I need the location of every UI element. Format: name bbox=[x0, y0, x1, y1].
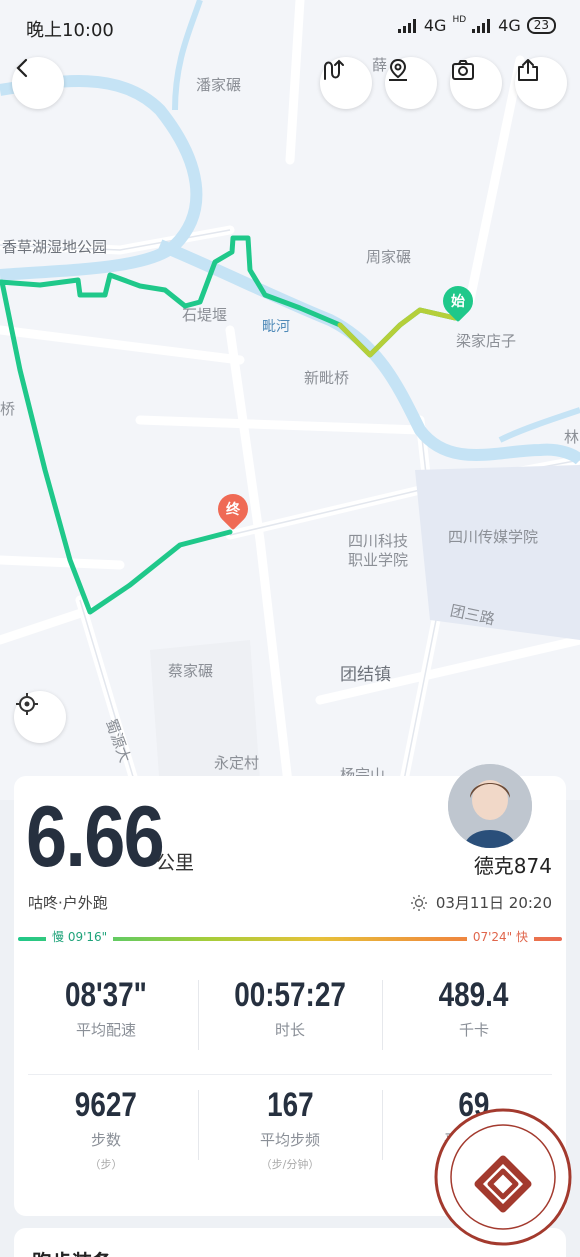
map-label: 四川科技 bbox=[348, 532, 409, 550]
crosshair-icon bbox=[16, 693, 38, 715]
avatar-image bbox=[448, 764, 532, 848]
pace-gradient-bar: 慢 09'16" 07'24" 快 bbox=[18, 928, 562, 946]
map-label: 桥 bbox=[0, 400, 16, 418]
network-type: 4G bbox=[423, 16, 447, 35]
watermark-logo bbox=[434, 1108, 572, 1246]
stat-duration: 00:57:27 时长 bbox=[198, 976, 382, 1050]
signal-icon bbox=[397, 18, 418, 33]
stat-value: 00:57:27 bbox=[234, 976, 346, 1014]
camera-button[interactable] bbox=[450, 57, 502, 109]
stat-value: 167 bbox=[266, 1086, 314, 1124]
hd-badge: HD bbox=[452, 14, 467, 25]
stat-value: 9627 bbox=[74, 1086, 138, 1124]
location-pin-icon bbox=[389, 58, 407, 81]
stat-calories: 489.4 千卡 bbox=[382, 976, 566, 1050]
stat-steps: 9627 步数 （步） bbox=[14, 1086, 198, 1172]
avatar[interactable] bbox=[448, 764, 532, 848]
map-label: 团结镇 bbox=[340, 665, 391, 685]
username: 德克874 bbox=[473, 854, 552, 878]
battery-icon: 23 bbox=[526, 17, 556, 34]
map-label: 梁家店子 bbox=[456, 332, 517, 350]
locate-button[interactable] bbox=[14, 691, 66, 743]
stat-value: 08'37" bbox=[65, 976, 147, 1014]
stat-label: 时长 bbox=[274, 1021, 305, 1039]
back-button[interactable] bbox=[12, 57, 64, 109]
map-label: 毗河 bbox=[262, 319, 290, 335]
pace-fast-label: 07'24" 快 bbox=[466, 928, 534, 946]
sun-icon bbox=[410, 894, 427, 911]
end-marker-label: 终 bbox=[226, 502, 240, 518]
map-label: 职业学院 bbox=[348, 551, 409, 569]
stat-label: 平均步频 bbox=[259, 1131, 320, 1149]
stats-row-1: 08'37" 平均配速 00:57:27 时长 489.4 千卡 bbox=[14, 976, 566, 1050]
map-label: 蔡家碾 bbox=[168, 662, 214, 680]
map-label: 潘家碾 bbox=[196, 76, 242, 94]
watermark-seal bbox=[432, 1106, 574, 1248]
status-time: 晚上10:00 bbox=[26, 20, 114, 41]
stat-cadence: 167 平均步频 （步/分钟） bbox=[198, 1086, 382, 1172]
sport-type: 咕咚·户外跑 bbox=[28, 894, 108, 912]
share-button[interactable] bbox=[515, 57, 567, 109]
route-map[interactable]: 潘家碾 薛 香草湖湿地公园 周家碾 石堤堰 毗河 梁家店子 新毗桥 桥 林 四川… bbox=[0, 0, 580, 800]
stat-unit: （步/分钟） bbox=[260, 1158, 320, 1171]
map-label: 四川传媒学院 bbox=[448, 528, 539, 546]
status-bar: 晚上10:00 4G HD 4G 23 bbox=[0, 0, 580, 52]
route-icon bbox=[324, 59, 344, 80]
distance-value: 6.66 bbox=[26, 789, 165, 885]
map-label: 林 bbox=[564, 428, 580, 446]
route-toggle-button[interactable] bbox=[320, 57, 372, 109]
map-canvas bbox=[0, 0, 580, 800]
stat-label: 步数 bbox=[90, 1131, 121, 1149]
status-icons: 4G HD 4G 23 bbox=[397, 14, 556, 35]
stat-unit: （步） bbox=[89, 1158, 123, 1171]
row-divider bbox=[28, 1074, 552, 1075]
stat-label: 平均配速 bbox=[75, 1021, 136, 1039]
stat-avg-pace: 08'37" 平均配速 bbox=[14, 976, 198, 1040]
camera-icon bbox=[452, 60, 474, 80]
map-label: 石堤堰 bbox=[182, 306, 228, 324]
start-marker-label: 始 bbox=[451, 294, 465, 310]
map-label: 周家碾 bbox=[366, 248, 412, 266]
location-button[interactable] bbox=[385, 57, 437, 109]
map-label: 香草湖湿地公园 bbox=[2, 238, 108, 256]
map-label: 永定村 bbox=[214, 754, 260, 772]
gear-title: 跑步装备 bbox=[32, 1246, 112, 1257]
chevron-left-icon bbox=[16, 58, 28, 78]
map-label: 新毗桥 bbox=[304, 369, 350, 387]
stat-label: 千卡 bbox=[458, 1021, 489, 1039]
stat-value: 489.4 bbox=[439, 976, 509, 1014]
workout-datetime: 03月11日 20:20 bbox=[410, 892, 552, 913]
signal-icon bbox=[472, 18, 492, 33]
distance-unit: 公里 bbox=[156, 852, 195, 874]
network-type: 4G bbox=[498, 16, 521, 35]
pace-slow-label: 慢 09'16" bbox=[46, 928, 114, 946]
share-icon bbox=[518, 59, 538, 81]
datetime-text: 03月11日 20:20 bbox=[435, 894, 552, 912]
